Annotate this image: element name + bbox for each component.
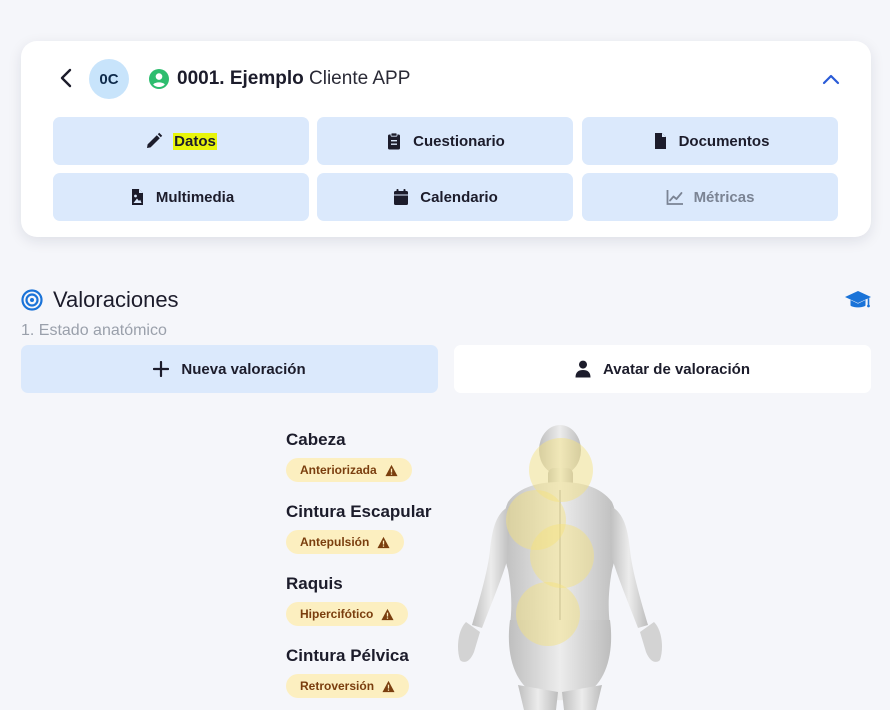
status-badge-label: Retroversión [300, 679, 375, 693]
client-name: Cliente APP [309, 68, 411, 89]
tile-datos-label: Datos [173, 132, 217, 150]
user-circle-icon [149, 69, 169, 89]
graduation-cap-icon[interactable] [844, 288, 872, 312]
region-title: Cintura Escapular [286, 502, 432, 521]
plus-icon [153, 361, 170, 377]
zone-marker[interactable] [516, 582, 580, 646]
status-badge-label: Hipercifótico [300, 607, 374, 621]
calendar-icon [394, 189, 409, 205]
region-item: Cintura Pélvica Retroversión [286, 646, 410, 698]
section-subtitle: 1. Estado anatómico [21, 322, 167, 339]
section-title: Valoraciones [53, 287, 179, 312]
region-item: Cintura Escapular Antepulsión [286, 502, 432, 554]
tile-metricas[interactable]: Métricas [582, 173, 838, 221]
pencil-icon [147, 132, 163, 148]
status-badge: Antepulsión [286, 530, 405, 554]
tile-multimedia[interactable]: Multimedia [53, 173, 309, 221]
tile-multimedia-label: Multimedia [155, 188, 235, 206]
avatar[interactable]: 0C [89, 59, 129, 99]
clipboard-icon [388, 132, 401, 150]
status-badge: Hipercifótico [286, 602, 409, 626]
zone-marker[interactable] [530, 524, 594, 588]
status-badge: Anteriorizada [286, 458, 412, 482]
tile-calendario-label: Calendario [420, 188, 498, 206]
client-title: 0001. Ejemplo Cliente APP [177, 67, 410, 91]
chevron-up-icon [822, 74, 840, 85]
document-icon [654, 133, 666, 149]
tile-metricas-label: Métricas [693, 188, 755, 206]
assessment-avatar-button[interactable]: Avatar de valoración [454, 345, 871, 393]
new-assessment-button[interactable]: Nueva valoración [21, 345, 438, 393]
region-title: Cintura Pélvica [286, 646, 409, 665]
section-header: Valoraciones [21, 287, 179, 313]
tile-cuestionario[interactable]: Cuestionario [317, 117, 573, 165]
region-title: Cabeza [286, 430, 346, 449]
warning-icon [377, 536, 390, 548]
chevron-left-icon [60, 68, 72, 88]
region-item: Raquis Hipercifótico [286, 574, 409, 626]
region-title: Raquis [286, 574, 343, 593]
warning-icon [381, 608, 394, 620]
image-file-icon [131, 189, 143, 205]
chart-line-icon [666, 190, 683, 205]
status-badge: Retroversión [286, 674, 410, 698]
region-item: Cabeza Anteriorizada [286, 430, 412, 482]
target-icon [21, 289, 43, 311]
tile-datos[interactable]: Datos [53, 117, 309, 165]
new-assessment-label: Nueva valoración [181, 360, 306, 378]
tile-calendario[interactable]: Calendario [317, 173, 573, 221]
tile-documentos-label: Documentos [678, 132, 770, 150]
body-avatar-figure[interactable] [440, 420, 690, 710]
client-code: 0001. Ejemplo [177, 68, 304, 89]
warning-icon [385, 464, 398, 476]
warning-icon [382, 680, 395, 692]
user-icon [575, 360, 591, 378]
status-badge-label: Antepulsión [300, 535, 370, 549]
status-badge-label: Anteriorizada [300, 463, 377, 477]
tile-documentos[interactable]: Documentos [582, 117, 838, 165]
back-button[interactable] [55, 67, 77, 89]
client-card: 0C 0001. Ejemplo Cliente APP Datos Cuest… [21, 41, 871, 237]
collapse-button[interactable] [819, 67, 843, 91]
tile-cuestionario-label: Cuestionario [413, 132, 505, 150]
assessment-avatar-label: Avatar de valoración [602, 360, 750, 378]
